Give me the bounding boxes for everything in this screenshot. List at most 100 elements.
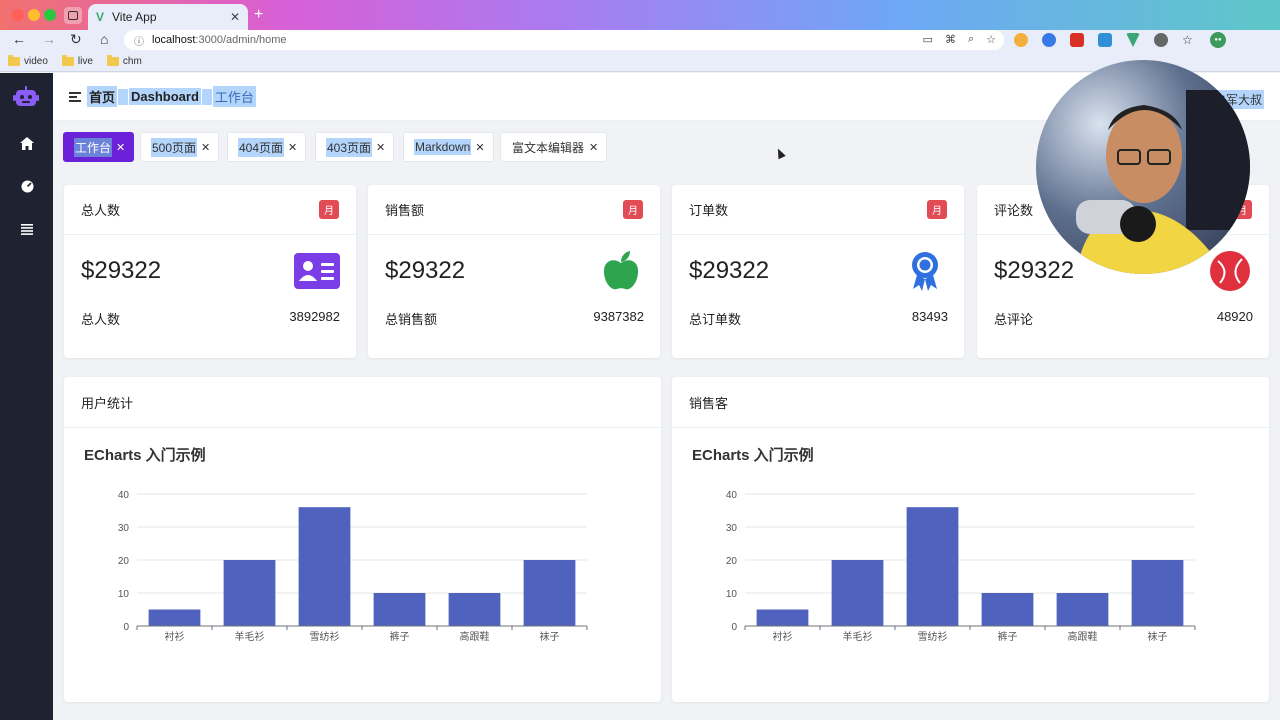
zoom-icon[interactable]: ⌕	[968, 33, 974, 46]
x-tick-label: 羊毛衫	[235, 630, 265, 643]
y-tick-label: 40	[118, 490, 130, 501]
home-icon[interactable]: ⌂	[100, 31, 108, 47]
browser-tab[interactable]: V Vite App ✕	[88, 4, 248, 30]
sidebar-dashboard-icon[interactable]	[18, 177, 36, 195]
extension-1-icon[interactable]	[1014, 33, 1028, 47]
chart-card-sales: 销售客 ECharts 入门示例 0 10 20 30 40 衬衫 羊毛衫 雪纺衫 裤子 高跟鞋 袜子	[672, 377, 1269, 702]
minimize-window-button[interactable]	[28, 9, 40, 21]
reload-icon[interactable]: ↻	[70, 31, 82, 48]
bar	[523, 560, 576, 626]
tag-403[interactable]: 403页面 ✕	[315, 132, 395, 162]
webcam-overlay	[1036, 60, 1250, 274]
stat-foot-value: 3892982	[289, 309, 340, 324]
close-icon[interactable]: ✕	[288, 141, 297, 154]
browser-tab-title: Vite App	[112, 10, 157, 24]
stat-title: 评论数	[994, 203, 1034, 218]
tag-rich-text-editor[interactable]: 富文本编辑器 ✕	[500, 132, 608, 162]
extension-3-icon[interactable]	[1070, 33, 1084, 47]
stat-value: $29322	[385, 257, 466, 284]
bar	[1056, 593, 1109, 626]
sidebar	[0, 73, 53, 720]
bar	[831, 560, 884, 626]
bar	[298, 507, 351, 626]
bookmark-star-icon[interactable]: ☆	[986, 33, 996, 46]
chart-title: ECharts 入门示例	[84, 446, 206, 464]
bar-chart: ECharts 入门示例 0 10 20 30 40 衬衫 羊毛衫 雪纺衫 裤子 高跟鞋 袜子	[692, 446, 1196, 643]
tag-markdown[interactable]: Markdown ✕	[403, 132, 494, 162]
site-info-icon[interactable]: ⓘ	[134, 33, 144, 48]
sidebar-home-icon[interactable]	[18, 134, 36, 152]
browser-titlebar: V Vite App ✕ +	[0, 0, 1280, 30]
tag-workbench[interactable]: 工作台 ✕	[63, 132, 135, 162]
folder-icon	[61, 55, 74, 66]
y-tick-label: 30	[118, 523, 130, 534]
new-tab-icon[interactable]: +	[254, 6, 263, 24]
cast-icon[interactable]: ▭	[923, 33, 933, 46]
period-badge: 月	[623, 200, 643, 219]
extension-4-icon[interactable]	[1098, 33, 1112, 47]
x-tick-label: 裤子	[390, 630, 410, 643]
close-icon[interactable]: ✕	[589, 141, 598, 154]
chart-title: ECharts 入门示例	[692, 446, 814, 464]
url-path: :3000/admin/home	[195, 34, 287, 46]
x-tick-label: 雪纺衫	[310, 630, 340, 643]
stat-foot-value: 48920	[1216, 309, 1253, 324]
close-window-button[interactable]	[12, 9, 24, 21]
folder-icon	[8, 55, 20, 66]
extension-2-icon[interactable]	[1042, 33, 1056, 47]
chart-card-title: 用户统计	[81, 395, 134, 411]
robot-logo-icon[interactable]	[13, 86, 39, 108]
x-tick-label: 高跟鞋	[460, 630, 490, 643]
y-tick-label: 10	[726, 589, 738, 600]
stat-value: $29322	[994, 257, 1075, 284]
collapse-menu-icon[interactable]	[69, 91, 81, 102]
close-icon[interactable]: ✕	[116, 141, 125, 154]
apple-icon	[598, 251, 644, 291]
x-tick-label: 羊毛衫	[843, 630, 873, 643]
bookmark-folder[interactable]: chm	[106, 55, 142, 67]
ball-icon	[1207, 251, 1253, 291]
bookmark-folder[interactable]: live	[61, 55, 93, 67]
bookmark-folder[interactable]: video	[8, 55, 48, 67]
bar	[448, 593, 501, 626]
translate-icon[interactable]: ⌘	[945, 33, 956, 46]
x-tick-label: 袜子	[540, 630, 560, 643]
forward-icon[interactable]: →	[42, 31, 56, 47]
close-icon[interactable]: ✕	[475, 141, 484, 154]
stat-value: $29322	[689, 257, 770, 284]
bar	[906, 507, 959, 626]
close-icon[interactable]: ✕	[376, 141, 385, 154]
vue-devtools-icon[interactable]	[1126, 33, 1140, 47]
close-icon[interactable]: ✕	[201, 141, 210, 154]
id-card-icon	[294, 251, 340, 291]
stat-card-sales: 销售额 月 $29322 总销售额 9387382	[368, 185, 660, 358]
close-tab-icon[interactable]: ✕	[230, 10, 240, 24]
stat-title: 订单数	[689, 203, 729, 218]
period-badge: 月	[319, 200, 339, 219]
stat-value: $29322	[81, 257, 162, 284]
bar	[148, 609, 201, 626]
bar-chart: ECharts 入门示例 0 10 20 30 40 衬衫 羊毛衫 雪纺衫 裤子 高跟鞋 袜子	[84, 446, 588, 643]
breadcrumb-home[interactable]: 首页	[87, 86, 118, 107]
bar	[223, 560, 276, 626]
stat-foot-value: 9387382	[593, 309, 644, 324]
maximize-window-button[interactable]	[44, 9, 56, 21]
x-tick-label: 衬衫	[773, 630, 793, 643]
chart-card-user-stats: 用户统计 ECharts 入门示例 0 10 20 30 40 衬衫 羊毛衫 雪纺衫 裤子 高跟鞋 袜…	[64, 377, 661, 702]
tag-404[interactable]: 404页面 ✕	[227, 132, 307, 162]
bookmarks-bar: video live chm	[0, 52, 1280, 72]
breadcrumb-dashboard[interactable]: Dashboard	[129, 88, 201, 105]
url-host: localhost	[152, 34, 196, 46]
sidebar-list-icon[interactable]	[18, 220, 36, 238]
y-tick-label: 0	[123, 622, 129, 633]
profile-avatar[interactable]: ●●	[1210, 32, 1226, 48]
back-icon[interactable]: ←	[12, 31, 26, 47]
stat-title: 销售额	[385, 203, 425, 218]
tab-overview-icon[interactable]	[64, 7, 82, 24]
reading-list-icon[interactable]: ☆	[1182, 33, 1196, 47]
y-tick-label: 40	[726, 490, 738, 501]
tag-500[interactable]: 500页面 ✕	[140, 132, 220, 162]
url-input[interactable]: ⓘ localhost:3000/admin/home ▭ ⌘ ⌕ ☆	[124, 30, 1004, 50]
puzzle-icon[interactable]	[1154, 33, 1168, 47]
y-tick-label: 10	[118, 589, 130, 600]
